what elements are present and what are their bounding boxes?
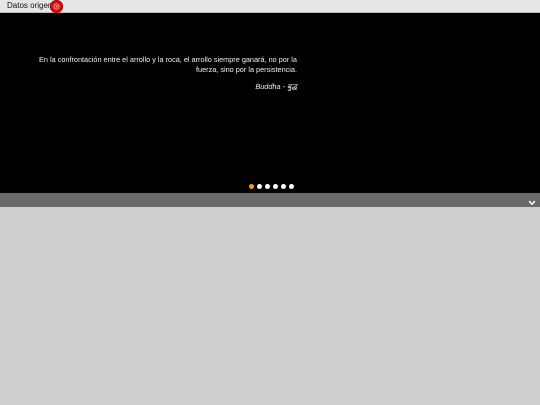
quote-text: En la confrontación entre el arrollo y l…	[39, 55, 297, 74]
expand-button[interactable]	[527, 195, 537, 205]
quote-author: Buddha - बुद्ध	[255, 82, 297, 91]
slide-dot-1[interactable]	[249, 184, 254, 189]
bottom-toolbar	[0, 193, 540, 207]
record-button[interactable]	[50, 0, 63, 13]
chevron-down-icon	[528, 200, 536, 205]
top-bar: Datos origen	[0, 0, 540, 13]
record-icon	[53, 3, 60, 10]
slide-dot-3[interactable]	[265, 184, 270, 189]
slide-pagination	[249, 184, 294, 189]
slide-dot-4[interactable]	[273, 184, 278, 189]
source-label: Datos origen	[7, 1, 53, 10]
slide-dot-5[interactable]	[281, 184, 286, 189]
slide-dot-2[interactable]	[257, 184, 262, 189]
quote-slider: En la confrontación entre el arrollo y l…	[0, 13, 540, 193]
slide-dot-6[interactable]	[289, 184, 294, 189]
